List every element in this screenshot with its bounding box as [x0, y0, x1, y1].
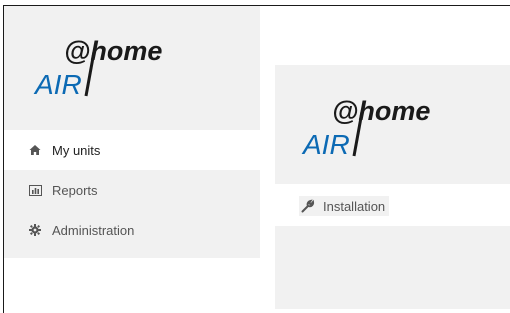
brand-logo[interactable]: @home AIR — [32, 32, 182, 102]
main-content-panel — [275, 226, 510, 309]
installation-label: Installation — [323, 198, 386, 214]
sidebar-logo-panel: @home AIR — [4, 6, 260, 130]
logo-text-bottom: AIR — [33, 69, 82, 100]
installation-link[interactable]: Installation — [299, 196, 390, 216]
wrench-icon — [301, 199, 315, 213]
main-logo-panel: @home AIR — [275, 65, 510, 184]
sidebar-nav: My units Reports Administration — [4, 130, 260, 258]
sidebar-item-label: Administration — [52, 222, 135, 238]
logo-text-bottom: AIR — [301, 129, 350, 160]
sidebar-item-administration[interactable]: Administration — [4, 210, 260, 250]
sidebar-item-reports[interactable]: Reports — [4, 170, 260, 210]
chart-icon — [28, 183, 42, 197]
logo-text-top: @home — [332, 96, 430, 126]
sidebar-item-label: My units — [52, 142, 101, 158]
sidebar-item-my-units[interactable]: My units — [4, 130, 260, 170]
gear-icon — [28, 223, 42, 237]
air-at-home-logo: @home AIR — [33, 36, 162, 100]
air-at-home-logo: @home AIR — [301, 96, 430, 160]
home-icon — [28, 143, 42, 157]
brand-logo-main[interactable]: @home AIR — [300, 92, 450, 162]
logo-text-top: @home — [64, 36, 162, 66]
sidebar-item-label: Reports — [52, 182, 98, 198]
sidebar-bottom — [4, 250, 260, 258]
